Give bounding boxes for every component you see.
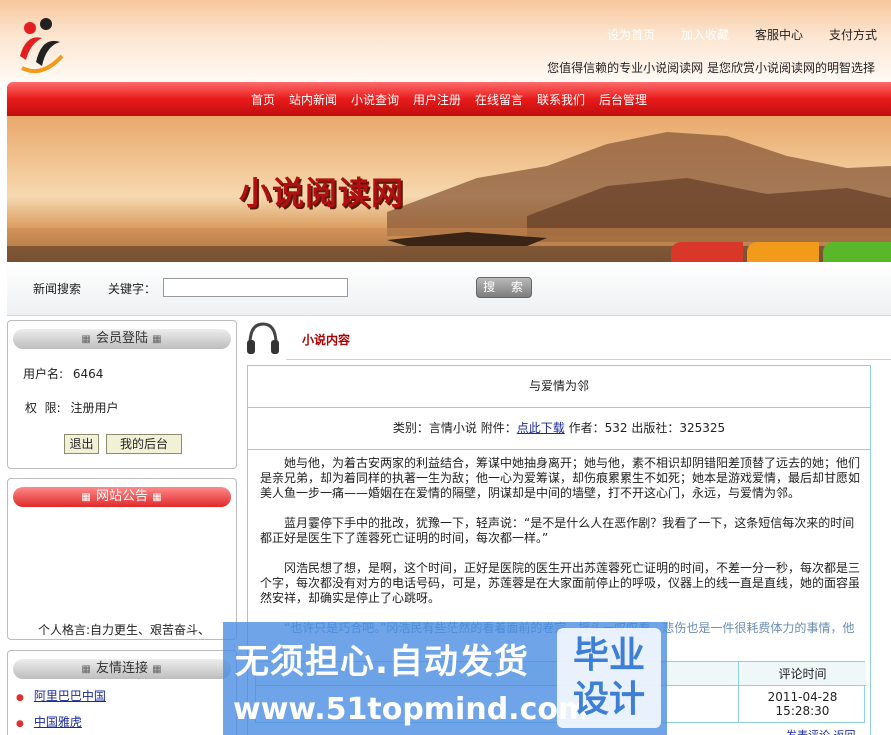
comment-time-header: 评论时间 (738, 662, 866, 686)
username-value: 6464 (72, 367, 104, 381)
seal-line-1: 毕业 (572, 635, 645, 676)
author-value: 532 (604, 421, 628, 435)
list-item: ● 阿里巴巴中国 (16, 687, 236, 713)
nav-site-news[interactable]: 站内新闻 (289, 91, 337, 108)
comment-actions[interactable]: 发表评论 返回 (786, 727, 856, 735)
friend-link-alibaba[interactable]: 阿里巴巴中国 (34, 689, 106, 703)
announcement-title: 网站公告 (95, 489, 148, 504)
banner-tab-green (823, 242, 891, 262)
username-label: 用户名: (23, 367, 64, 381)
download-link[interactable]: 点此下载 (517, 421, 565, 435)
news-search-label: 新闻搜索 (33, 282, 82, 296)
grid-icon: ▦ (152, 664, 163, 675)
headphones-icon (247, 322, 279, 354)
personal-motto: 个人格言:自力更生、艰苦奋斗、 (38, 623, 211, 637)
novel-title: 与爱情为邻 (248, 366, 870, 408)
banner-tab-red (671, 242, 743, 262)
novel-body: 她与他，为着古安两家的利益结合，筹谋中她抽身离开；她与他，素不相识却阴错阳差顶替… (248, 450, 870, 636)
list-item: ● 中国雅虎 (16, 713, 236, 735)
watermark-url: www.51topmind.com (233, 692, 590, 727)
watermark-seal: 毕业 设计 (557, 628, 661, 728)
logout-button[interactable]: 退出 (64, 434, 99, 454)
nav-contact[interactable]: 联系我们 (537, 91, 585, 108)
banner-landscape-image (7, 132, 891, 262)
member-login-header: ▦ 会员登陆 ▦ (13, 329, 231, 349)
grid-icon: ▦ (152, 492, 163, 503)
grid-icon: ▦ (152, 334, 163, 345)
novel-content-heading: 小说内容 (302, 333, 351, 347)
grid-icon: ▦ (81, 664, 92, 675)
category-value: 言情小说 (428, 421, 477, 435)
watermark-slogan: 无须担心.自动发货 (235, 642, 529, 682)
banner-tab-orange (747, 242, 819, 262)
grid-icon: ▦ (81, 334, 92, 345)
bullet-icon: ● (16, 693, 24, 703)
friend-link-yahoo[interactable]: 中国雅虎 (34, 715, 82, 729)
permission-value: 注册用户 (70, 401, 119, 415)
permission-row: 权 限: 注册用户 (25, 399, 119, 416)
banner: 小说阅读网 (7, 116, 891, 262)
comment-time: 15:28:30 (775, 704, 830, 718)
friend-links-box: ▦ 友情连接 ▦ ● 阿里巴巴中国 ● 中国雅虎 (7, 650, 237, 735)
site-logo (20, 18, 64, 73)
publisher-label: 出版社： (631, 421, 680, 435)
novel-info-row: 类别：言情小说 附件：点此下载 作者：532 出版社：325325 (248, 408, 870, 450)
watermark-overlay: 无须担心.自动发货 www.51topmind.com 毕业 设计 (223, 622, 667, 735)
search-button[interactable]: 搜 索 (476, 277, 532, 298)
nav-admin[interactable]: 后台管理 (599, 91, 647, 108)
seal-line-2: 设计 (572, 679, 645, 720)
top-links: 设为首页 加入收藏 客服中心 支付方式 (607, 26, 877, 43)
set-homepage-link[interactable]: 设为首页 (607, 26, 655, 43)
keyword-label: 关键字： (108, 282, 157, 296)
bullet-icon: ● (16, 719, 24, 729)
payment-methods-link[interactable]: 支付方式 (829, 26, 877, 43)
news-search-bar: 新闻搜索 关键字： 搜 索 (7, 262, 891, 316)
novel-paragraph: 冈浩民想了想，是啊，这个时间，正好是医院的医生开出苏莲蓉死亡证明的时间，不差一分… (260, 561, 861, 605)
divider (286, 359, 891, 360)
author-label: 作者： (568, 421, 605, 435)
add-favorite-link[interactable]: 加入收藏 (681, 26, 729, 43)
member-login-box: ▦ 会员登陆 ▦ 用户名: 6464 权 限: 注册用户 退出 我的后台 (7, 320, 237, 469)
nav-guestbook[interactable]: 在线留言 (475, 91, 523, 108)
username-row: 用户名: 6464 (23, 365, 103, 382)
keyword-input[interactable] (163, 278, 348, 297)
nav-home[interactable]: 首页 (251, 91, 275, 108)
novel-paragraph: 蓝月霎停下手中的批改，犹豫一下，轻声说：“是不是什么人在恶作剧？我看了一下，这条… (260, 516, 855, 545)
attachment-label: 附件： (480, 421, 517, 435)
grid-icon: ▦ (81, 492, 92, 503)
announcement-header: ▦ 网站公告 ▦ (13, 487, 231, 507)
comment-time-cell: 2011-04-28 15:28:30 (738, 686, 866, 723)
permission-label: 权 限: (25, 401, 61, 415)
comment-date: 2011-04-28 (767, 690, 838, 704)
publisher-value: 325325 (679, 421, 726, 435)
friend-links-title: 友情连接 (95, 661, 148, 676)
banner-title: 小说阅读网 (239, 174, 405, 212)
site-slogan: 您值得信赖的专业小说阅读网 是您欣赏小说阅读网的明智选择 (547, 61, 875, 75)
site-header: 设为首页 加入收藏 客服中心 支付方式 您值得信赖的专业小说阅读网 是您欣赏小说… (0, 0, 891, 82)
nav-register[interactable]: 用户注册 (413, 91, 461, 108)
novel-paragraph: 她与他，为着古安两家的利益结合，筹谋中她抽身离开；她与他，素不相识却阴错阳差顶替… (260, 456, 861, 500)
customer-service-link[interactable]: 客服中心 (755, 26, 803, 43)
main-nav: 首页 站内新闻 小说查询 用户注册 在线留言 联系我们 后台管理 (7, 82, 891, 116)
my-backend-button[interactable]: 我的后台 (106, 434, 182, 454)
nav-novel-search[interactable]: 小说查询 (351, 91, 399, 108)
friend-links-header: ▦ 友情连接 ▦ (13, 659, 231, 679)
announcement-box: ▦ 网站公告 ▦ 个人格言:自力更生、艰苦奋斗、 (7, 478, 237, 640)
friend-links-list: ● 阿里巴巴中国 ● 中国雅虎 (16, 687, 236, 735)
category-label: 类别： (392, 421, 429, 435)
member-login-title: 会员登陆 (95, 331, 148, 346)
